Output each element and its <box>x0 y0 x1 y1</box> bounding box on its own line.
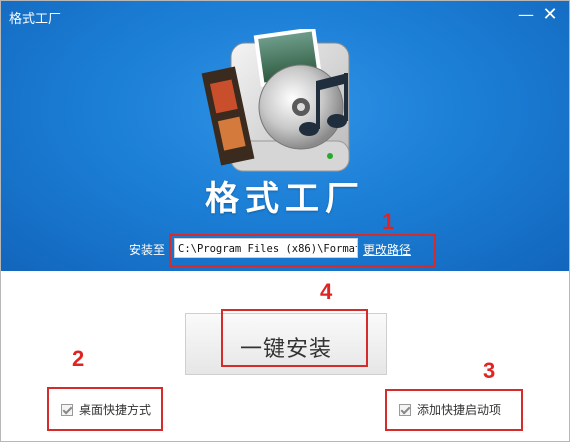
install-to-label: 安装至 <box>129 243 166 257</box>
annotation-box-1 <box>169 234 436 267</box>
annotation-box-4 <box>221 309 368 367</box>
annotation-box-3 <box>385 389 523 431</box>
annotation-number-2: 2 <box>72 346 85 371</box>
annotation-number-4: 4 <box>320 279 333 304</box>
app-logo <box>201 29 350 172</box>
title-bar: 格式工厂 — ✕ <box>1 1 569 31</box>
header-banner: 格式工厂 — ✕ 格式工厂 安装至 C:\Program Files (x86)… <box>1 1 569 271</box>
close-icon[interactable]: ✕ <box>541 6 559 24</box>
annotation-box-2 <box>47 387 163 431</box>
installer-window: 格式工厂 — ✕ 格式工厂 安装至 C:\Program Files (x86)… <box>0 0 570 442</box>
minimize-icon[interactable]: — <box>517 6 535 24</box>
brand-name: 格式工厂 <box>205 179 365 219</box>
annotation-number-3: 3 <box>483 358 496 383</box>
annotation-number-1: 1 <box>382 209 395 234</box>
window-title: 格式工厂 <box>9 12 62 27</box>
